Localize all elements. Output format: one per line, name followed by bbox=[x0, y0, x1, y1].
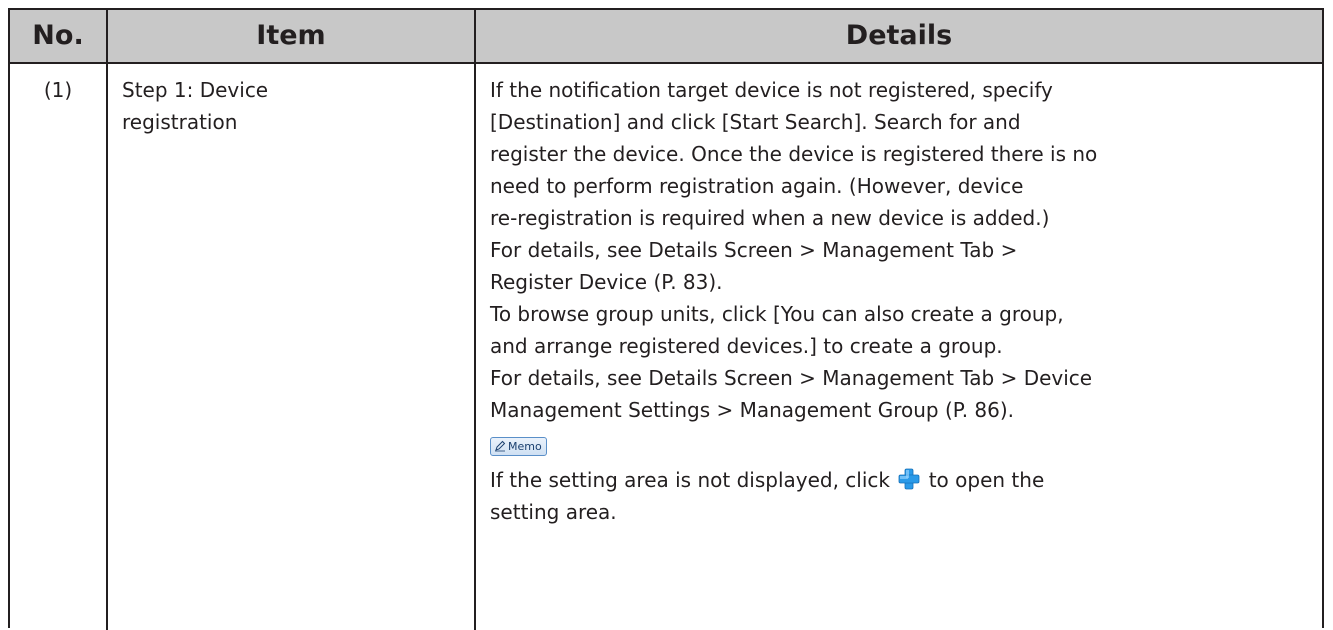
item-line: Step 1: Device bbox=[122, 78, 269, 102]
detail-line: To browse group units, click [You can al… bbox=[490, 302, 1064, 326]
column-divider bbox=[474, 10, 476, 630]
memo-badge: Memo bbox=[490, 436, 547, 456]
detail-line: and arrange registered devices.] to crea… bbox=[490, 334, 1003, 358]
detail-line: [Destination] and click [Start Search]. … bbox=[490, 110, 1021, 134]
plus-expand-icon bbox=[898, 468, 920, 490]
detail-line: If the notification target device is not… bbox=[490, 78, 1053, 102]
header-no: No. bbox=[32, 20, 84, 51]
row-item: Step 1: Device registration bbox=[122, 64, 462, 138]
row-details: If the notification target device is not… bbox=[490, 64, 1320, 528]
column-divider bbox=[106, 10, 108, 630]
detail-line: re-registration is required when a new d… bbox=[490, 206, 1050, 230]
header-item: Item bbox=[256, 20, 326, 51]
detail-line: For details, see Details Screen > Manage… bbox=[490, 366, 1093, 390]
memo-text: If the setting area is not displayed, cl… bbox=[490, 468, 890, 492]
detail-line: Register Device (P. 83). bbox=[490, 270, 723, 294]
memo-label: Memo bbox=[508, 439, 542, 453]
header-details: Details bbox=[845, 20, 953, 51]
detail-line: Management Settings > Management Group (… bbox=[490, 398, 1015, 422]
memo-pencil-icon bbox=[495, 440, 506, 452]
row-number: (1) bbox=[43, 78, 73, 102]
settings-table: No. Item Details (1) Step 1: Device regi… bbox=[8, 8, 1324, 630]
memo-text-line: If the setting area is not displayed, cl… bbox=[490, 464, 1320, 496]
detail-line: For details, see Details Screen > Manage… bbox=[490, 238, 1018, 262]
memo-text-line: setting area. bbox=[490, 500, 617, 524]
detail-line: need to perform registration again. (How… bbox=[490, 174, 1024, 198]
memo-row: Memo bbox=[490, 426, 1320, 464]
memo-text: to open the bbox=[928, 468, 1045, 492]
item-line: registration bbox=[122, 110, 238, 134]
detail-line: register the device. Once the device is … bbox=[490, 142, 1098, 166]
table-header-row: No. Item Details bbox=[10, 10, 1322, 64]
